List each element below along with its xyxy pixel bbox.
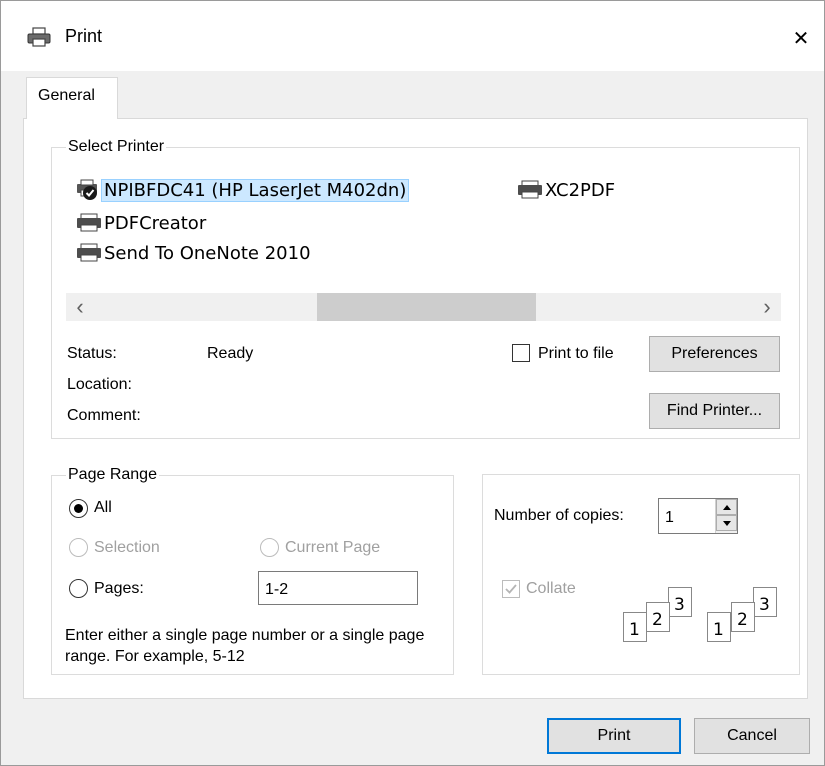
title-bar[interactable]: Print ✕	[1, 1, 824, 71]
selection-radio-label[interactable]: Selection	[94, 539, 160, 557]
printer-item-onenote[interactable]: Send To OneNote 2010	[76, 241, 311, 265]
printer-label: NPIBFDC41 (HP LaserJet M402dn)	[100, 178, 410, 202]
all-radio[interactable]	[69, 499, 88, 518]
cancel-button[interactable]: Cancel	[694, 718, 810, 754]
find-printer-button[interactable]: Find Printer...	[649, 393, 780, 429]
chevron-left-icon: ‹	[76, 294, 84, 319]
print-dialog: Print ✕ General Select Printer NPIBFDC41…	[0, 0, 825, 766]
arrow-down-icon	[722, 520, 731, 526]
select-printer-legend: Select Printer	[68, 138, 165, 155]
default-printer-icon	[77, 179, 97, 200]
close-icon: ✕	[792, 26, 810, 50]
printer-icon	[77, 243, 101, 262]
printer-label: PDFCreator	[104, 212, 207, 234]
scroll-left-button[interactable]: ‹	[66, 293, 94, 321]
printer-icon	[27, 27, 51, 47]
radio-dot	[74, 504, 83, 513]
tab-general[interactable]: General	[26, 77, 118, 119]
print-to-file-label[interactable]: Print to file	[538, 345, 614, 363]
all-radio-label[interactable]: All	[94, 499, 112, 517]
page-range-legend: Page Range	[68, 466, 157, 483]
comment-label: Comment:	[67, 407, 141, 424]
scroll-right-button[interactable]: ›	[753, 293, 781, 321]
selection-radio[interactable]	[69, 538, 88, 557]
dialog-title: Print	[65, 26, 103, 46]
copies-spinner[interactable]	[715, 499, 737, 533]
close-button[interactable]: ✕	[778, 15, 824, 61]
preferences-button-label: Preferences	[671, 345, 758, 362]
printer-label: Send To OneNote 2010	[104, 242, 311, 264]
printer-list-scrollbar[interactable]: ‹ ›	[66, 293, 781, 321]
printer-item-npibfdc41[interactable]: NPIBFDC41 (HP LaserJet M402dn)	[76, 178, 410, 202]
pages-input[interactable]	[258, 571, 418, 605]
printer-item-pdfcreator[interactable]: PDFCreator	[76, 211, 206, 235]
printer-label: XC2PDF	[545, 179, 616, 201]
current-page-radio-label[interactable]: Current Page	[285, 539, 380, 557]
page-range-hint: Enter either a single page number or a s…	[65, 627, 425, 665]
pages-radio[interactable]	[69, 579, 88, 598]
printer-item-xc2pdf[interactable]: XC2PDF	[517, 178, 615, 202]
spin-up-button[interactable]	[716, 499, 737, 515]
status-value: Ready	[207, 345, 254, 362]
tab-label: General	[38, 87, 95, 104]
status-label: Status:	[67, 345, 117, 362]
printer-icon	[518, 180, 542, 199]
current-page-radio[interactable]	[260, 538, 279, 557]
scrollbar-thumb[interactable]	[317, 293, 536, 321]
printer-icon	[77, 213, 101, 232]
find-printer-button-label: Find Printer...	[666, 402, 763, 419]
check-icon	[505, 584, 517, 594]
copies-group	[482, 474, 800, 675]
collate-page: 3	[753, 587, 777, 617]
arrow-up-icon	[722, 504, 731, 510]
location-label: Location:	[67, 376, 132, 393]
print-to-file-checkbox[interactable]	[512, 344, 530, 362]
cancel-button-label: Cancel	[727, 727, 777, 744]
collate-checkbox[interactable]	[502, 580, 520, 598]
collate-page: 2	[646, 602, 670, 632]
collate-page: 1	[623, 612, 647, 642]
preferences-button[interactable]: Preferences	[649, 336, 780, 372]
copies-label: Number of copies:	[494, 507, 624, 524]
collate-page: 3	[668, 587, 692, 617]
print-button-label: Print	[597, 727, 631, 744]
spin-down-button[interactable]	[716, 515, 737, 531]
chevron-right-icon: ›	[763, 294, 771, 319]
print-button[interactable]: Print	[547, 718, 681, 754]
collate-page: 1	[707, 612, 731, 642]
pages-radio-label[interactable]: Pages:	[94, 580, 144, 598]
collate-label[interactable]: Collate	[526, 580, 576, 598]
collate-page: 2	[731, 602, 755, 632]
